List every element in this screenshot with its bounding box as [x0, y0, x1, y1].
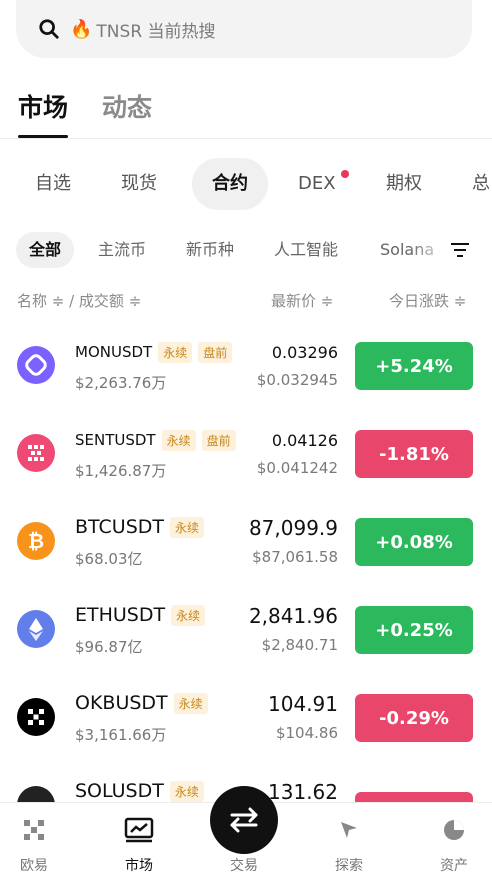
usd-price: $104.86	[275, 724, 338, 742]
sent-coin-icon	[17, 434, 55, 472]
symbol-label: SOLUSDT 永续	[75, 780, 204, 802]
mon-coin-icon	[17, 346, 55, 384]
swap-arrows-icon[interactable]	[210, 786, 278, 854]
fire-icon: 🔥	[70, 18, 93, 40]
nav-okx[interactable]: 欧易	[4, 815, 64, 875]
perpetual-badge: 永续	[161, 430, 196, 451]
nav-market[interactable]: 市场	[109, 815, 169, 875]
symbol-label: BTCUSDT 永续	[75, 516, 205, 538]
perpetual-badge: 永续	[173, 693, 208, 714]
market-row-btcusdt[interactable]: ₿ BTCUSDT 永续 $68.03亿 87,099.9 $87,061.58 …	[0, 498, 492, 586]
perpetual-badge: 永续	[171, 605, 206, 626]
volume-label: $96.87亿	[75, 638, 143, 656]
volume-label: $3,161.66万	[75, 726, 167, 744]
last-price: 0.03296	[271, 343, 338, 362]
symbol-label: ETHUSDT 永续	[75, 604, 206, 626]
symbol-label: MONUSDT 永续 盘前	[75, 342, 233, 363]
chip-new-coins[interactable]: 新币种	[186, 232, 234, 268]
change-badge[interactable]: -1.81%	[355, 430, 473, 478]
chip-mainstream[interactable]: 主流币	[98, 232, 146, 268]
market-row-monusdt[interactable]: MONUSDT 永续 盘前 $2,263.76万 0.03296 $0.032945…	[0, 322, 492, 410]
eth-coin-icon	[17, 610, 55, 648]
column-last-price[interactable]: 最新价 ≑	[271, 290, 333, 311]
column-name-volume[interactable]: 名称 ≑ / 成交额 ≑	[17, 290, 141, 311]
category-tabs: 自选 现货 合约 DEX 期权 总	[0, 158, 492, 210]
market-row-okbusdt[interactable]: OKBUSDT 永续 $3,161.66万 104.91 $104.86 -0.2…	[0, 674, 492, 762]
filter-icon[interactable]	[448, 238, 472, 262]
market-chart-icon	[109, 815, 169, 845]
tab-dex[interactable]: DEX	[298, 158, 336, 210]
tabs-divider	[0, 138, 492, 139]
tab-futures[interactable]: 合约	[192, 158, 268, 210]
volume-label: $68.03亿	[75, 550, 143, 568]
search-placeholder: TNSR 当前热搜	[96, 21, 216, 42]
filter-chips: 全部 主流币 新币种 人工智能 Solana	[0, 232, 492, 268]
last-price: 131.62	[268, 780, 338, 804]
volume-label: $2,263.76万	[75, 374, 167, 392]
search-icon	[39, 19, 59, 39]
last-price: 104.91	[268, 692, 338, 716]
symbol-label: SENTUSDT 永续 盘前	[75, 430, 236, 451]
tab-options[interactable]: 期权	[386, 158, 422, 210]
btc-coin-icon: ₿	[17, 522, 55, 560]
nav-assets[interactable]: 资产	[424, 815, 484, 875]
last-price: 2,841.96	[248, 604, 338, 628]
okx-logo-icon	[4, 815, 64, 845]
usd-price: $0.041242	[256, 459, 338, 477]
dex-notification-dot	[341, 170, 349, 178]
change-badge[interactable]: -0.29%	[355, 694, 473, 742]
nav-explore[interactable]: 探索	[319, 815, 379, 875]
premarket-badge: 盘前	[198, 342, 233, 363]
column-change[interactable]: 今日涨跌 ≑	[389, 290, 466, 311]
tab-favorites[interactable]: 自选	[35, 158, 71, 210]
okb-coin-icon	[17, 698, 55, 736]
change-badge[interactable]: +5.24%	[355, 342, 473, 390]
usd-price: $2,840.71	[261, 636, 338, 654]
tab-more[interactable]: 总	[472, 158, 490, 210]
perpetual-badge: 永续	[158, 342, 193, 363]
last-price: 0.04126	[271, 431, 338, 450]
search-bar[interactable]: 🔥 TNSR 当前热搜	[16, 0, 472, 58]
perpetual-badge: 永续	[170, 517, 205, 538]
main-tabs: 市场 动态	[18, 88, 152, 138]
symbol-label: OKBUSDT 永续	[75, 692, 208, 714]
change-badge[interactable]: +0.25%	[355, 606, 473, 654]
usd-price: $87,061.58	[252, 548, 338, 566]
tab-market[interactable]: 市场	[18, 88, 69, 138]
premarket-badge: 盘前	[201, 430, 236, 451]
volume-label: $1,426.87万	[75, 462, 167, 480]
market-row-ethusdt[interactable]: ETHUSDT 永续 $96.87亿 2,841.96 $2,840.71 +0.…	[0, 586, 492, 674]
change-badge[interactable]: +0.08%	[355, 518, 473, 566]
market-row-sentusdt[interactable]: SENTUSDT 永续 盘前 $1,426.87万 0.04126 $0.04124…	[0, 410, 492, 498]
perpetual-badge: 永续	[169, 781, 204, 802]
last-price: 87,099.9	[248, 516, 338, 540]
tab-spot[interactable]: 现货	[121, 158, 157, 210]
compass-icon	[319, 815, 379, 845]
chip-all[interactable]: 全部	[16, 232, 74, 268]
chip-ai[interactable]: 人工智能	[274, 232, 338, 268]
usd-price: $0.032945	[256, 371, 338, 389]
pie-chart-icon	[424, 815, 484, 845]
tab-feed[interactable]: 动态	[102, 88, 152, 138]
